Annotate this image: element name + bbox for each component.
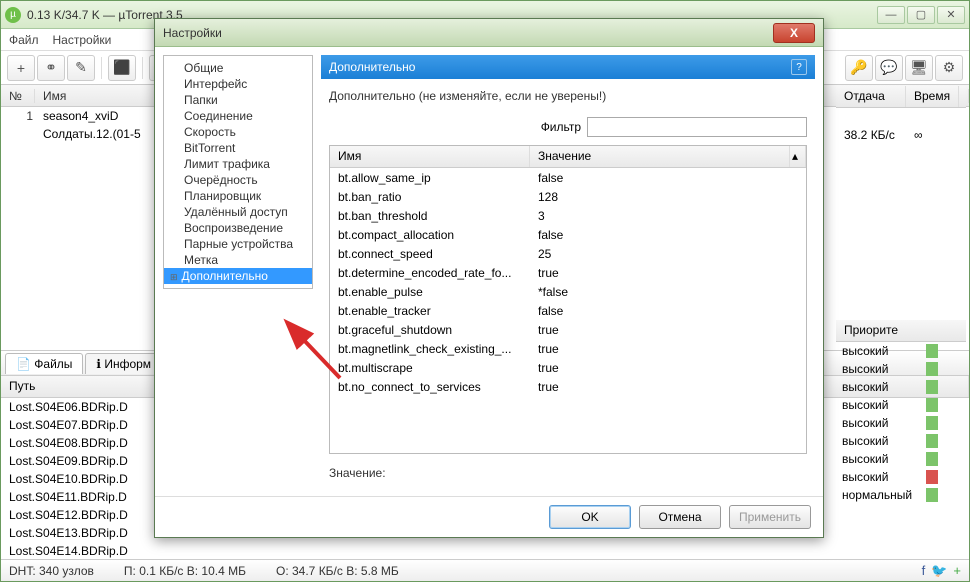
rss-button[interactable]: ⬛ [108,55,136,81]
create-torrent-button[interactable]: ✎ [67,55,95,81]
setting-row[interactable]: bt.determine_encoded_rate_fo...true [330,263,806,282]
col-setting-value[interactable]: Значение [530,146,790,167]
status-dht: DHT: 340 узлов [9,564,94,578]
facebook-icon[interactable]: f [922,563,926,579]
priority-row[interactable]: нормальный [836,486,966,504]
tree-item-Планировщик[interactable]: Планировщик [164,188,312,204]
priority-row[interactable]: высокий [836,378,966,396]
setting-row[interactable]: bt.magnetlink_check_existing_...true [330,339,806,358]
add-torrent-button[interactable]: + [7,55,35,81]
setting-row[interactable]: bt.ban_ratio128 [330,187,806,206]
settings-tree: ОбщиеИнтерфейсПапкиСоединениеСкоростьBit… [163,55,313,289]
tree-item-Общие[interactable]: Общие [164,60,312,76]
tree-item-Соединение[interactable]: Соединение [164,108,312,124]
priority-row[interactable]: высокий [836,342,966,360]
separator [142,57,143,79]
setting-row[interactable]: bt.connect_speed25 [330,244,806,263]
setting-row[interactable]: bt.enable_trackerfalse [330,301,806,320]
remote-icon[interactable]: 🖥 [905,55,933,81]
share-icon[interactable]: + [953,563,961,579]
tree-item-Метка[interactable]: Метка [164,252,312,268]
ok-button[interactable]: OK [549,505,631,529]
preferences-icon[interactable]: ⚙ [935,55,963,81]
tree-item-Интерфейс[interactable]: Интерфейс [164,76,312,92]
app-icon: µ [5,7,21,23]
twitter-icon[interactable]: 🐦 [931,563,947,579]
menu-file[interactable]: Файл [9,33,39,47]
status-download: П: 0.1 КБ/с В: 10.4 МБ [124,564,246,578]
tree-item-Дополнительно[interactable]: Дополнительно [164,268,312,284]
section-header: Дополнительно ? [321,55,815,79]
file-row[interactable]: Lost.S04E14.BDRip.D [1,542,969,559]
menu-settings[interactable]: Настройки [53,33,112,47]
priority-row[interactable]: высокий [836,396,966,414]
tree-item-Воспроизведение[interactable]: Воспроизведение [164,220,312,236]
dialog-titlebar: Настройки X [155,19,823,47]
setting-row[interactable]: bt.graceful_shutdowntrue [330,320,806,339]
setting-row[interactable]: bt.compact_allocationfalse [330,225,806,244]
cancel-button[interactable]: Отмена [639,505,721,529]
filter-label: Фильтр [541,120,581,134]
tree-item-Скорость[interactable]: Скорость [164,124,312,140]
right-files-col: Приорите высокийвысокийвысокийвысокийвыс… [836,320,966,504]
scroll-up-icon[interactable]: ▴ [790,146,806,167]
setting-row[interactable]: bt.enable_pulse*false [330,282,806,301]
close-button[interactable]: ✕ [937,6,965,24]
col-num[interactable]: № [1,89,35,103]
setting-row[interactable]: bt.ban_threshold3 [330,206,806,225]
priority-row[interactable]: высокий [836,432,966,450]
settings-pane: Дополнительно ? Дополнительно (не изменя… [321,55,815,488]
priority-row[interactable]: высокий [836,414,966,432]
dialog-buttons: OK Отмена Применить [155,496,823,537]
maximize-button[interactable]: ▢ [907,6,935,24]
minimize-button[interactable]: — [877,6,905,24]
priority-row[interactable]: высокий [836,450,966,468]
statusbar: DHT: 340 узлов П: 0.1 КБ/с В: 10.4 МБ О:… [1,559,969,581]
advanced-settings-table: Имя Значение ▴ bt.allow_same_ipfalsebt.b… [329,145,807,454]
chat-icon[interactable]: 💬 [875,55,903,81]
col-time[interactable]: Время [906,86,959,107]
tree-item-BitTorrent[interactable]: BitTorrent [164,140,312,156]
setting-row[interactable]: bt.multiscrapetrue [330,358,806,377]
col-setting-name[interactable]: Имя [330,146,530,167]
status-upload: О: 34.7 КБ/с В: 5.8 МБ [276,564,399,578]
apply-button[interactable]: Применить [729,505,811,529]
add-url-button[interactable]: ⚭ [37,55,65,81]
col-priority[interactable]: Приорите [836,320,966,342]
setting-row[interactable]: bt.no_connect_to_servicestrue [330,377,806,396]
tree-item-Парные устройства[interactable]: Парные устройства [164,236,312,252]
value-label: Значение: [321,458,815,488]
col-upload[interactable]: Отдача [836,86,906,107]
unlock-icon[interactable]: 🔑 [845,55,873,81]
separator [101,57,102,79]
setting-row[interactable]: bt.allow_same_ipfalse [330,168,806,187]
priority-row[interactable]: высокий [836,360,966,378]
tab-files[interactable]: 📄 Файлы [5,353,83,374]
help-icon[interactable]: ? [791,59,807,75]
priority-row[interactable]: высокий [836,468,966,486]
dialog-title: Настройки [163,26,773,40]
dialog-close-button[interactable]: X [773,23,815,43]
filter-input[interactable] [587,117,807,137]
tree-item-Папки[interactable]: Папки [164,92,312,108]
tree-item-Удалённый доступ[interactable]: Удалённый доступ [164,204,312,220]
settings-dialog: Настройки X ОбщиеИнтерфейсПапкиСоединени… [154,18,824,538]
tree-item-Лимит трафика[interactable]: Лимит трафика [164,156,312,172]
tab-info[interactable]: ℹ Информ [85,353,162,374]
right-columns: Отдача Время 38.2 КБ/с ∞ [836,86,966,144]
warning-text: Дополнительно (не изменяйте, если не уве… [321,79,815,113]
tree-item-Очерёдность[interactable]: Очерёдность [164,172,312,188]
